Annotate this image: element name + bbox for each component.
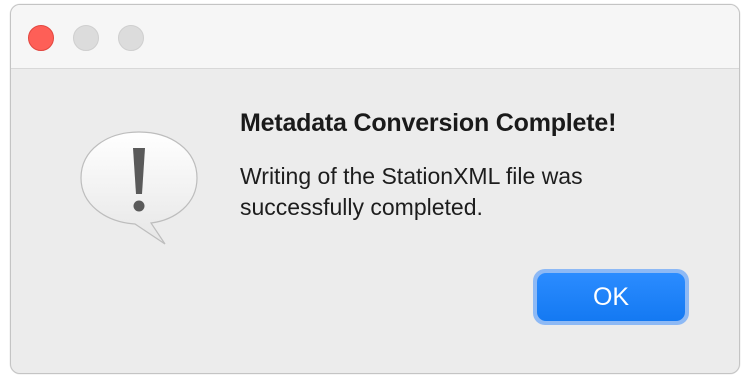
dialog-message: Writing of the StationXML file was succe…: [240, 163, 583, 220]
title-bar: [11, 5, 739, 69]
alert-window: Metadata Conversion Complete! Writing of…: [10, 4, 740, 374]
caution-speech-bubble-icon: [80, 131, 198, 245]
zoom-icon[interactable]: [118, 25, 144, 51]
ok-button[interactable]: OK: [533, 269, 689, 325]
dialog-title: Metadata Conversion Complete!: [240, 109, 617, 137]
ok-button-label: OK: [537, 273, 685, 321]
minimize-icon[interactable]: [73, 25, 99, 51]
close-icon[interactable]: [28, 25, 54, 51]
